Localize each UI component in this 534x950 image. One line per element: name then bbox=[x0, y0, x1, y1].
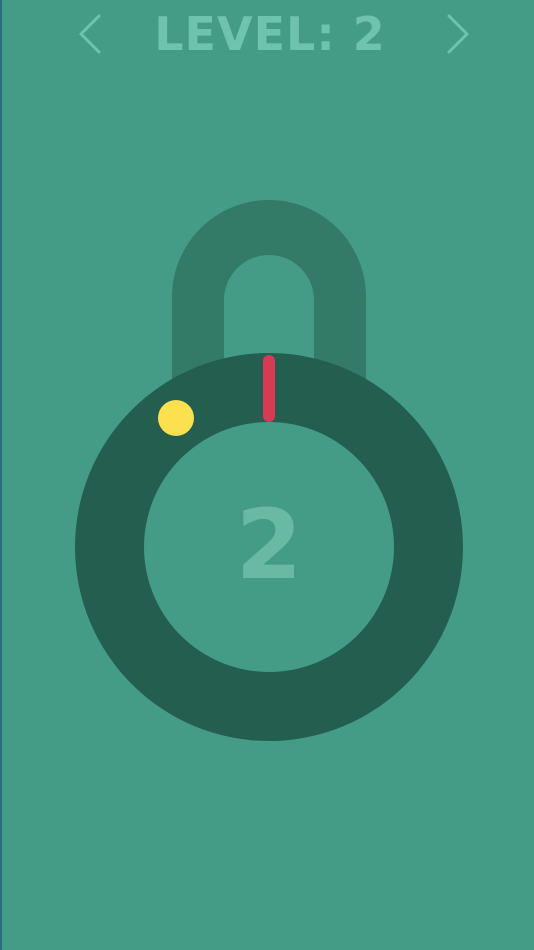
remaining-count: 2 bbox=[235, 489, 303, 601]
padlock[interactable]: 2 bbox=[2, 0, 534, 950]
game-screen[interactable]: LEVEL: 2 2 bbox=[2, 0, 534, 950]
target-dot bbox=[158, 400, 194, 436]
lock-needle bbox=[263, 355, 275, 422]
